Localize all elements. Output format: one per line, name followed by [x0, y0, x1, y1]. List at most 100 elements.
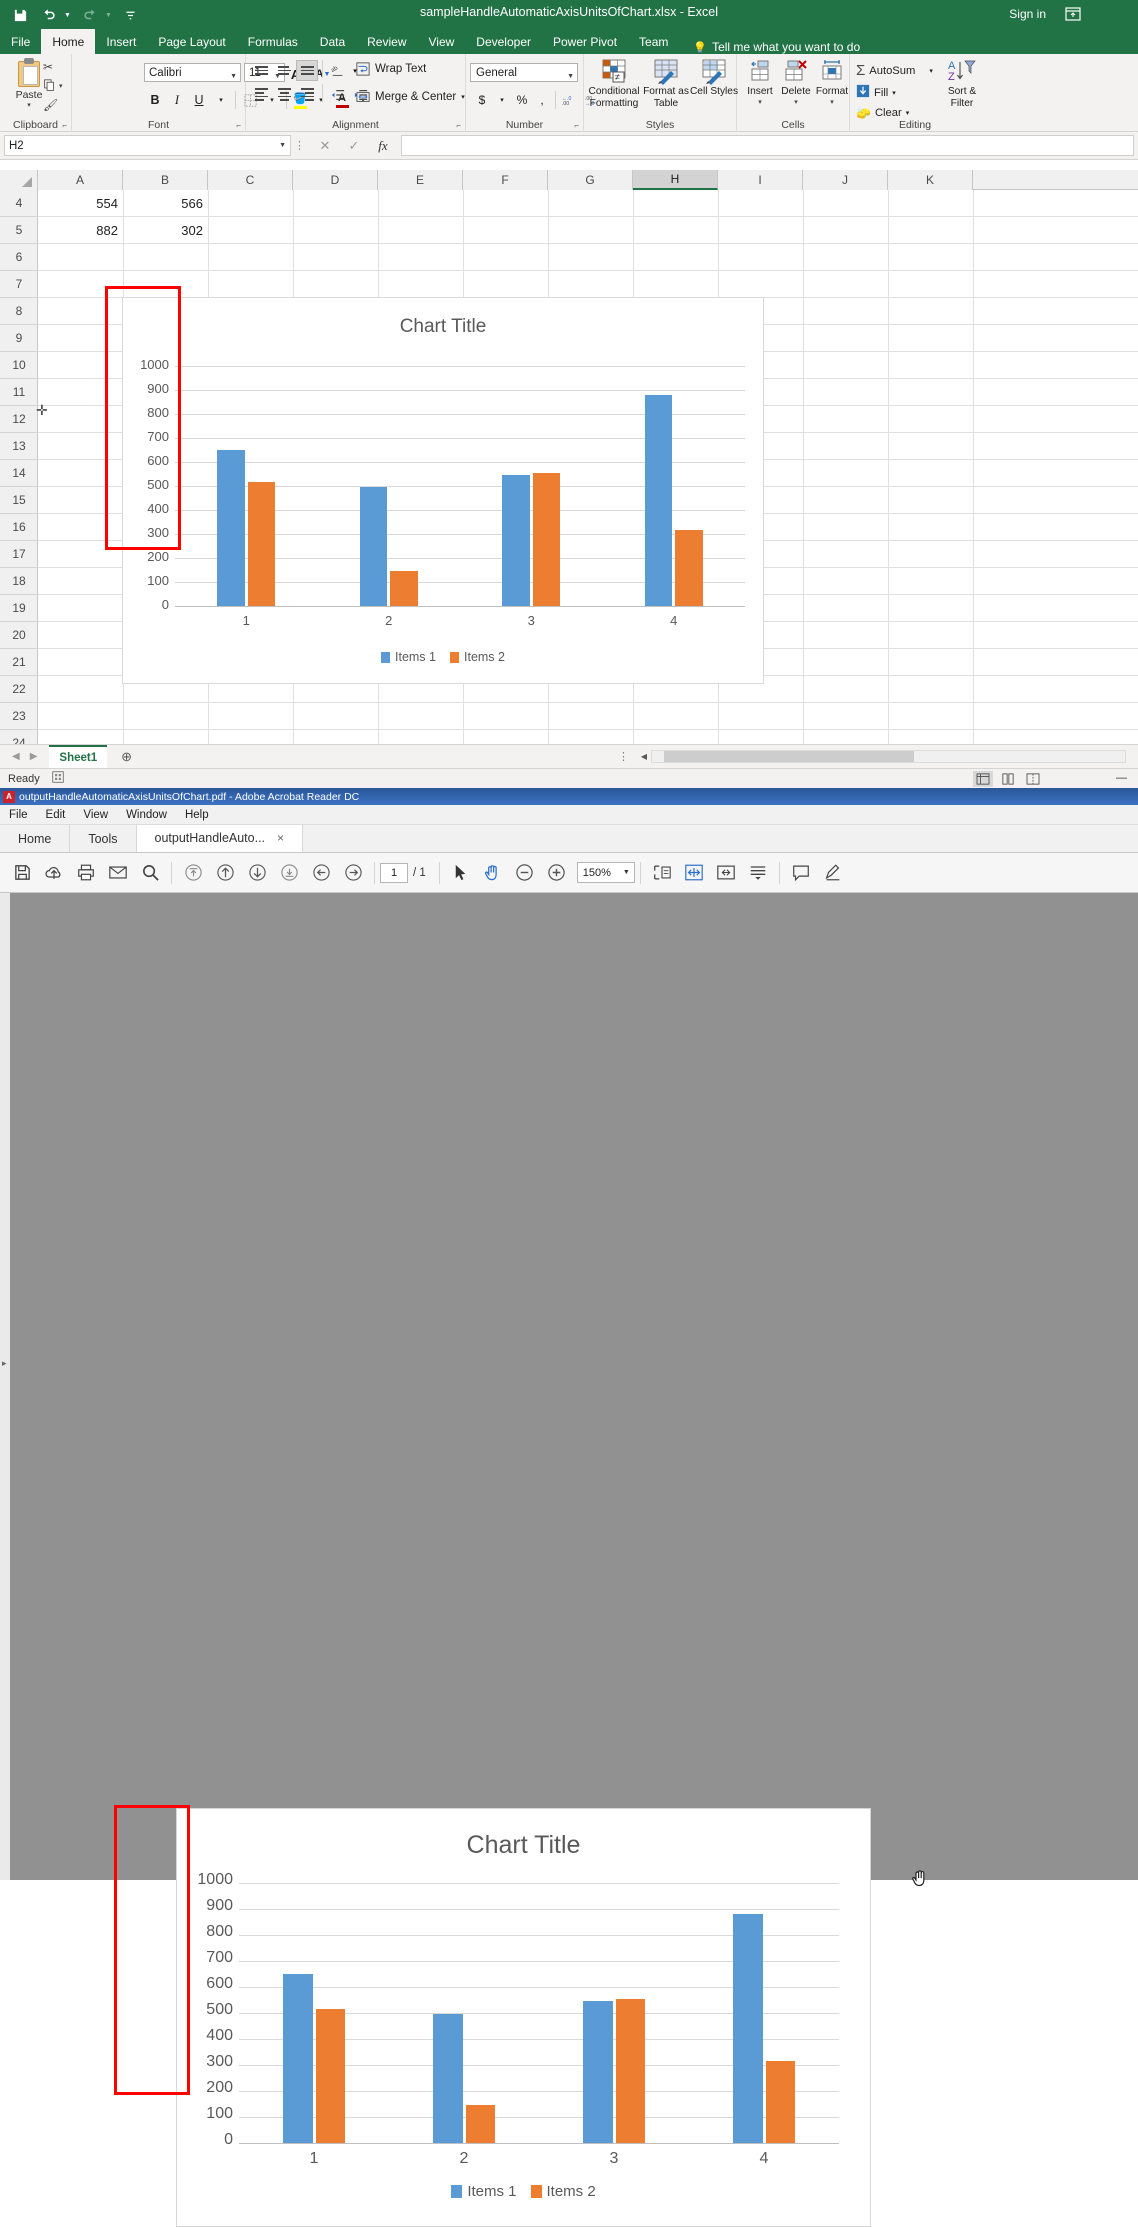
row-header-10[interactable]: 10 [0, 352, 38, 379]
acrobat-document-canvas[interactable]: ▸ [0, 893, 1138, 1880]
email-icon[interactable] [102, 858, 134, 888]
row-header-12[interactable]: 12 [0, 406, 38, 433]
row-header-21[interactable]: 21 [0, 649, 38, 676]
cancel-icon[interactable]: ✕ [311, 135, 339, 156]
percent-button[interactable]: % [512, 89, 532, 111]
scroll-mode-icon[interactable] [742, 858, 774, 888]
clipboard-dialog-launcher[interactable]: ⌐ [62, 121, 67, 130]
conditional-formatting-button[interactable]: ≠ Conditional Formatting [586, 58, 642, 109]
comma-button[interactable]: , [532, 89, 552, 111]
fit-page-icon[interactable] [646, 858, 678, 888]
row-header-6[interactable]: 6 [0, 244, 38, 271]
clear-dropdown-icon[interactable]: ▾ [906, 109, 910, 117]
normal-view-icon[interactable] [973, 771, 993, 787]
page-layout-view-icon[interactable] [998, 771, 1018, 787]
menu-view[interactable]: View [74, 809, 117, 821]
scroll-left-icon[interactable]: ◀ [637, 752, 651, 761]
orientation-icon[interactable]: ab [327, 60, 349, 81]
font-dialog-launcher[interactable]: ⌐ [236, 121, 241, 130]
sheet-nav-arrows[interactable]: ◀ ▶ [0, 751, 49, 762]
row-header-17[interactable]: 17 [0, 541, 38, 568]
row-header-14[interactable]: 14 [0, 460, 38, 487]
page-number-input[interactable]: 1 [380, 863, 408, 883]
formula-bar-handle[interactable]: ⋮ [294, 139, 305, 152]
next-view-icon[interactable] [337, 858, 369, 888]
row-header-9[interactable]: 9 [0, 325, 38, 352]
number-format-dropdown-icon[interactable]: ▼ [567, 69, 574, 85]
enter-icon[interactable]: ✓ [340, 135, 368, 156]
select-tool-icon[interactable] [445, 858, 477, 888]
last-page-icon[interactable] [273, 858, 305, 888]
acrobat-left-panel[interactable]: ▸ [0, 893, 10, 1880]
format-cells-button[interactable]: Format ▾ [813, 58, 851, 106]
fill-button[interactable]: Fill ▾ [856, 84, 896, 101]
decrease-indent-icon[interactable] [327, 84, 349, 105]
split-handle-icon[interactable]: ⋮ [618, 750, 629, 763]
hand-tool-icon[interactable] [477, 858, 509, 888]
column-header-b[interactable]: B [123, 170, 208, 190]
cut-icon[interactable]: ✂ [40, 57, 68, 76]
row-header-23[interactable]: 23 [0, 703, 38, 730]
align-left-icon[interactable] [250, 84, 272, 105]
select-all-corner[interactable] [0, 170, 38, 190]
underline-dropdown-icon[interactable]: ▾ [210, 89, 232, 111]
wrap-text-button[interactable]: Wrap Text [356, 62, 426, 76]
sheet-prev-icon[interactable]: ◀ [12, 751, 20, 762]
acrobat-tab-home[interactable]: Home [0, 825, 70, 852]
column-header-k[interactable]: K [888, 170, 973, 190]
autosum-dropdown-icon[interactable]: ▾ [929, 67, 933, 75]
column-header-i[interactable]: I [718, 170, 803, 190]
fit-visible-icon[interactable] [710, 858, 742, 888]
row-header-18[interactable]: 18 [0, 568, 38, 595]
copy-icon[interactable]: ▾ [40, 76, 68, 95]
close-icon[interactable]: × [277, 831, 284, 845]
tab-page-layout[interactable]: Page Layout [147, 29, 236, 54]
autosum-button[interactable]: Σ AutoSum ▾ [856, 62, 933, 79]
horizontal-scrollbar[interactable] [651, 750, 1126, 763]
comment-icon[interactable] [785, 858, 817, 888]
tab-view[interactable]: View [418, 29, 466, 54]
add-sheet-icon[interactable]: ⊕ [121, 749, 132, 765]
row-header-19[interactable]: 19 [0, 595, 38, 622]
bold-button[interactable]: B [144, 89, 166, 111]
insert-cells-button[interactable]: Insert ▾ [741, 58, 779, 106]
number-dialog-launcher[interactable]: ⌐ [574, 121, 579, 130]
row-header-4[interactable]: 4 [0, 190, 38, 217]
highlight-pen-icon[interactable] [817, 858, 849, 888]
row-header-13[interactable]: 13 [0, 433, 38, 460]
formula-input[interactable] [401, 135, 1134, 156]
increase-decimal-icon[interactable]: ←.0.00 [559, 89, 582, 111]
font-name-dropdown-icon[interactable]: ▼ [230, 69, 237, 85]
merge-dropdown-icon[interactable]: ▾ [461, 93, 465, 101]
column-header-h[interactable]: H [633, 170, 718, 190]
tab-formulas[interactable]: Formulas [237, 29, 309, 54]
accessibility-icon[interactable] [52, 771, 64, 786]
column-header-e[interactable]: E [378, 170, 463, 190]
cell-B4[interactable]: 566 [123, 190, 208, 217]
print-icon[interactable] [70, 858, 102, 888]
align-right-icon[interactable] [296, 84, 318, 105]
tell-me-box[interactable]: 💡 Tell me what you want to do [679, 40, 860, 54]
page-break-view-icon[interactable] [1023, 771, 1043, 787]
column-header-g[interactable]: G [548, 170, 633, 190]
tab-data[interactable]: Data [309, 29, 356, 54]
sheet-next-icon[interactable]: ▶ [30, 751, 38, 762]
column-header-a[interactable]: A [38, 170, 123, 190]
tab-team[interactable]: Team [628, 29, 679, 54]
scroll-thumb[interactable] [664, 751, 914, 762]
search-icon[interactable] [134, 858, 166, 888]
excel-embedded-chart[interactable]: Chart Title 1000900800700600500400300200… [122, 297, 764, 684]
merge-center-button[interactable]: Merge & Center ▾ [356, 90, 465, 104]
previous-page-icon[interactable] [209, 858, 241, 888]
currency-button[interactable]: $ [472, 89, 492, 111]
align-bottom-icon[interactable] [296, 60, 318, 81]
column-header-d[interactable]: D [293, 170, 378, 190]
cloud-upload-icon[interactable] [38, 858, 70, 888]
row-header-22[interactable]: 22 [0, 676, 38, 703]
menu-file[interactable]: File [0, 809, 37, 821]
italic-button[interactable]: I [166, 89, 188, 111]
sheet-tab-sheet1[interactable]: Sheet1 [49, 745, 107, 769]
row-header-11[interactable]: 11 [0, 379, 38, 406]
font-name-combo[interactable]: Calibri ▼ [144, 63, 241, 82]
tab-file[interactable]: File [0, 29, 41, 54]
